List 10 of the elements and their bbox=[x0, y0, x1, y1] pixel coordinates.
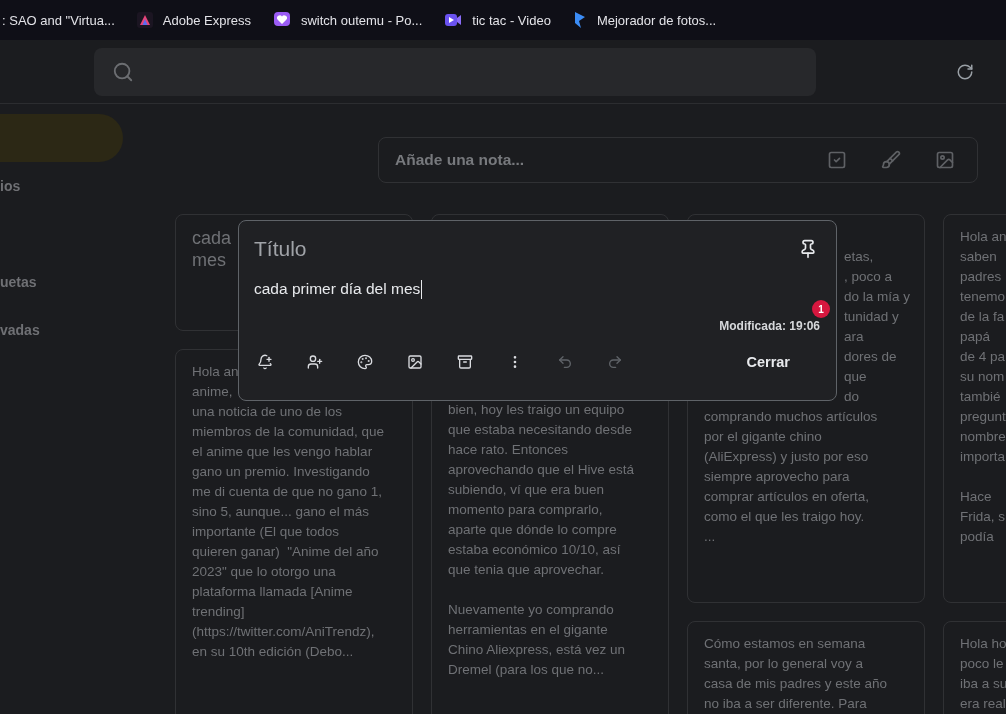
count-badge: 1 bbox=[812, 300, 830, 318]
note-text: bien, hoy les traigo un equipo que estaba necesitando desde hace rato. Entonces aprovechando que el Hive está subiendo, ví que era buen momento para comprarlo, aparte que dónde lo compre estaba económico 10/10, así que tenia que aprovechar. Nuevamente yo comprando herramientas en el gigante Chino Aliexpress, está vez un Dremel (para los que no... bbox=[448, 401, 635, 679]
note-text: Hola an saben padres tenemo de la fa papá de 4 pa su nom tambié pregunt nombre importa Hace Frida, s podía bbox=[960, 228, 1006, 546]
modified-time: Modificada: 19:06 bbox=[719, 319, 820, 333]
note-text: Hola an anime, una noticia de uno de los miembros de la comunidad, que el anime que les vengo hablar gano un premio. Investigando me di cuenta de que no gano 1, sino 5, aunque... gano el más importante (El que todos quieren ganar) "Anime del año 2023" que lo otorgo una plataforma llamada [Anime trending] (https://twitter.com/AniTrendz), en su 10th edición (Debo... bbox=[192, 363, 385, 661]
note-title: cada mes bbox=[192, 227, 232, 271]
note-text: etas, , poco a do la mía y tunidad y ara dores de que do bbox=[844, 248, 911, 406]
note-text: Hola ho poco le iba a su era real bbox=[960, 635, 1006, 713]
note-text: comprando muchos artículos por el gigante chino (AliExpress) y justo por eso siempre aprovecho para comprar artículos en oferta, como el que les traigo hoy. ... bbox=[704, 408, 878, 546]
note-text: Cómo estamos en semana santa, por lo general voy a casa de mis padres y este año no iba a ser diferente. Para bbox=[704, 635, 888, 713]
